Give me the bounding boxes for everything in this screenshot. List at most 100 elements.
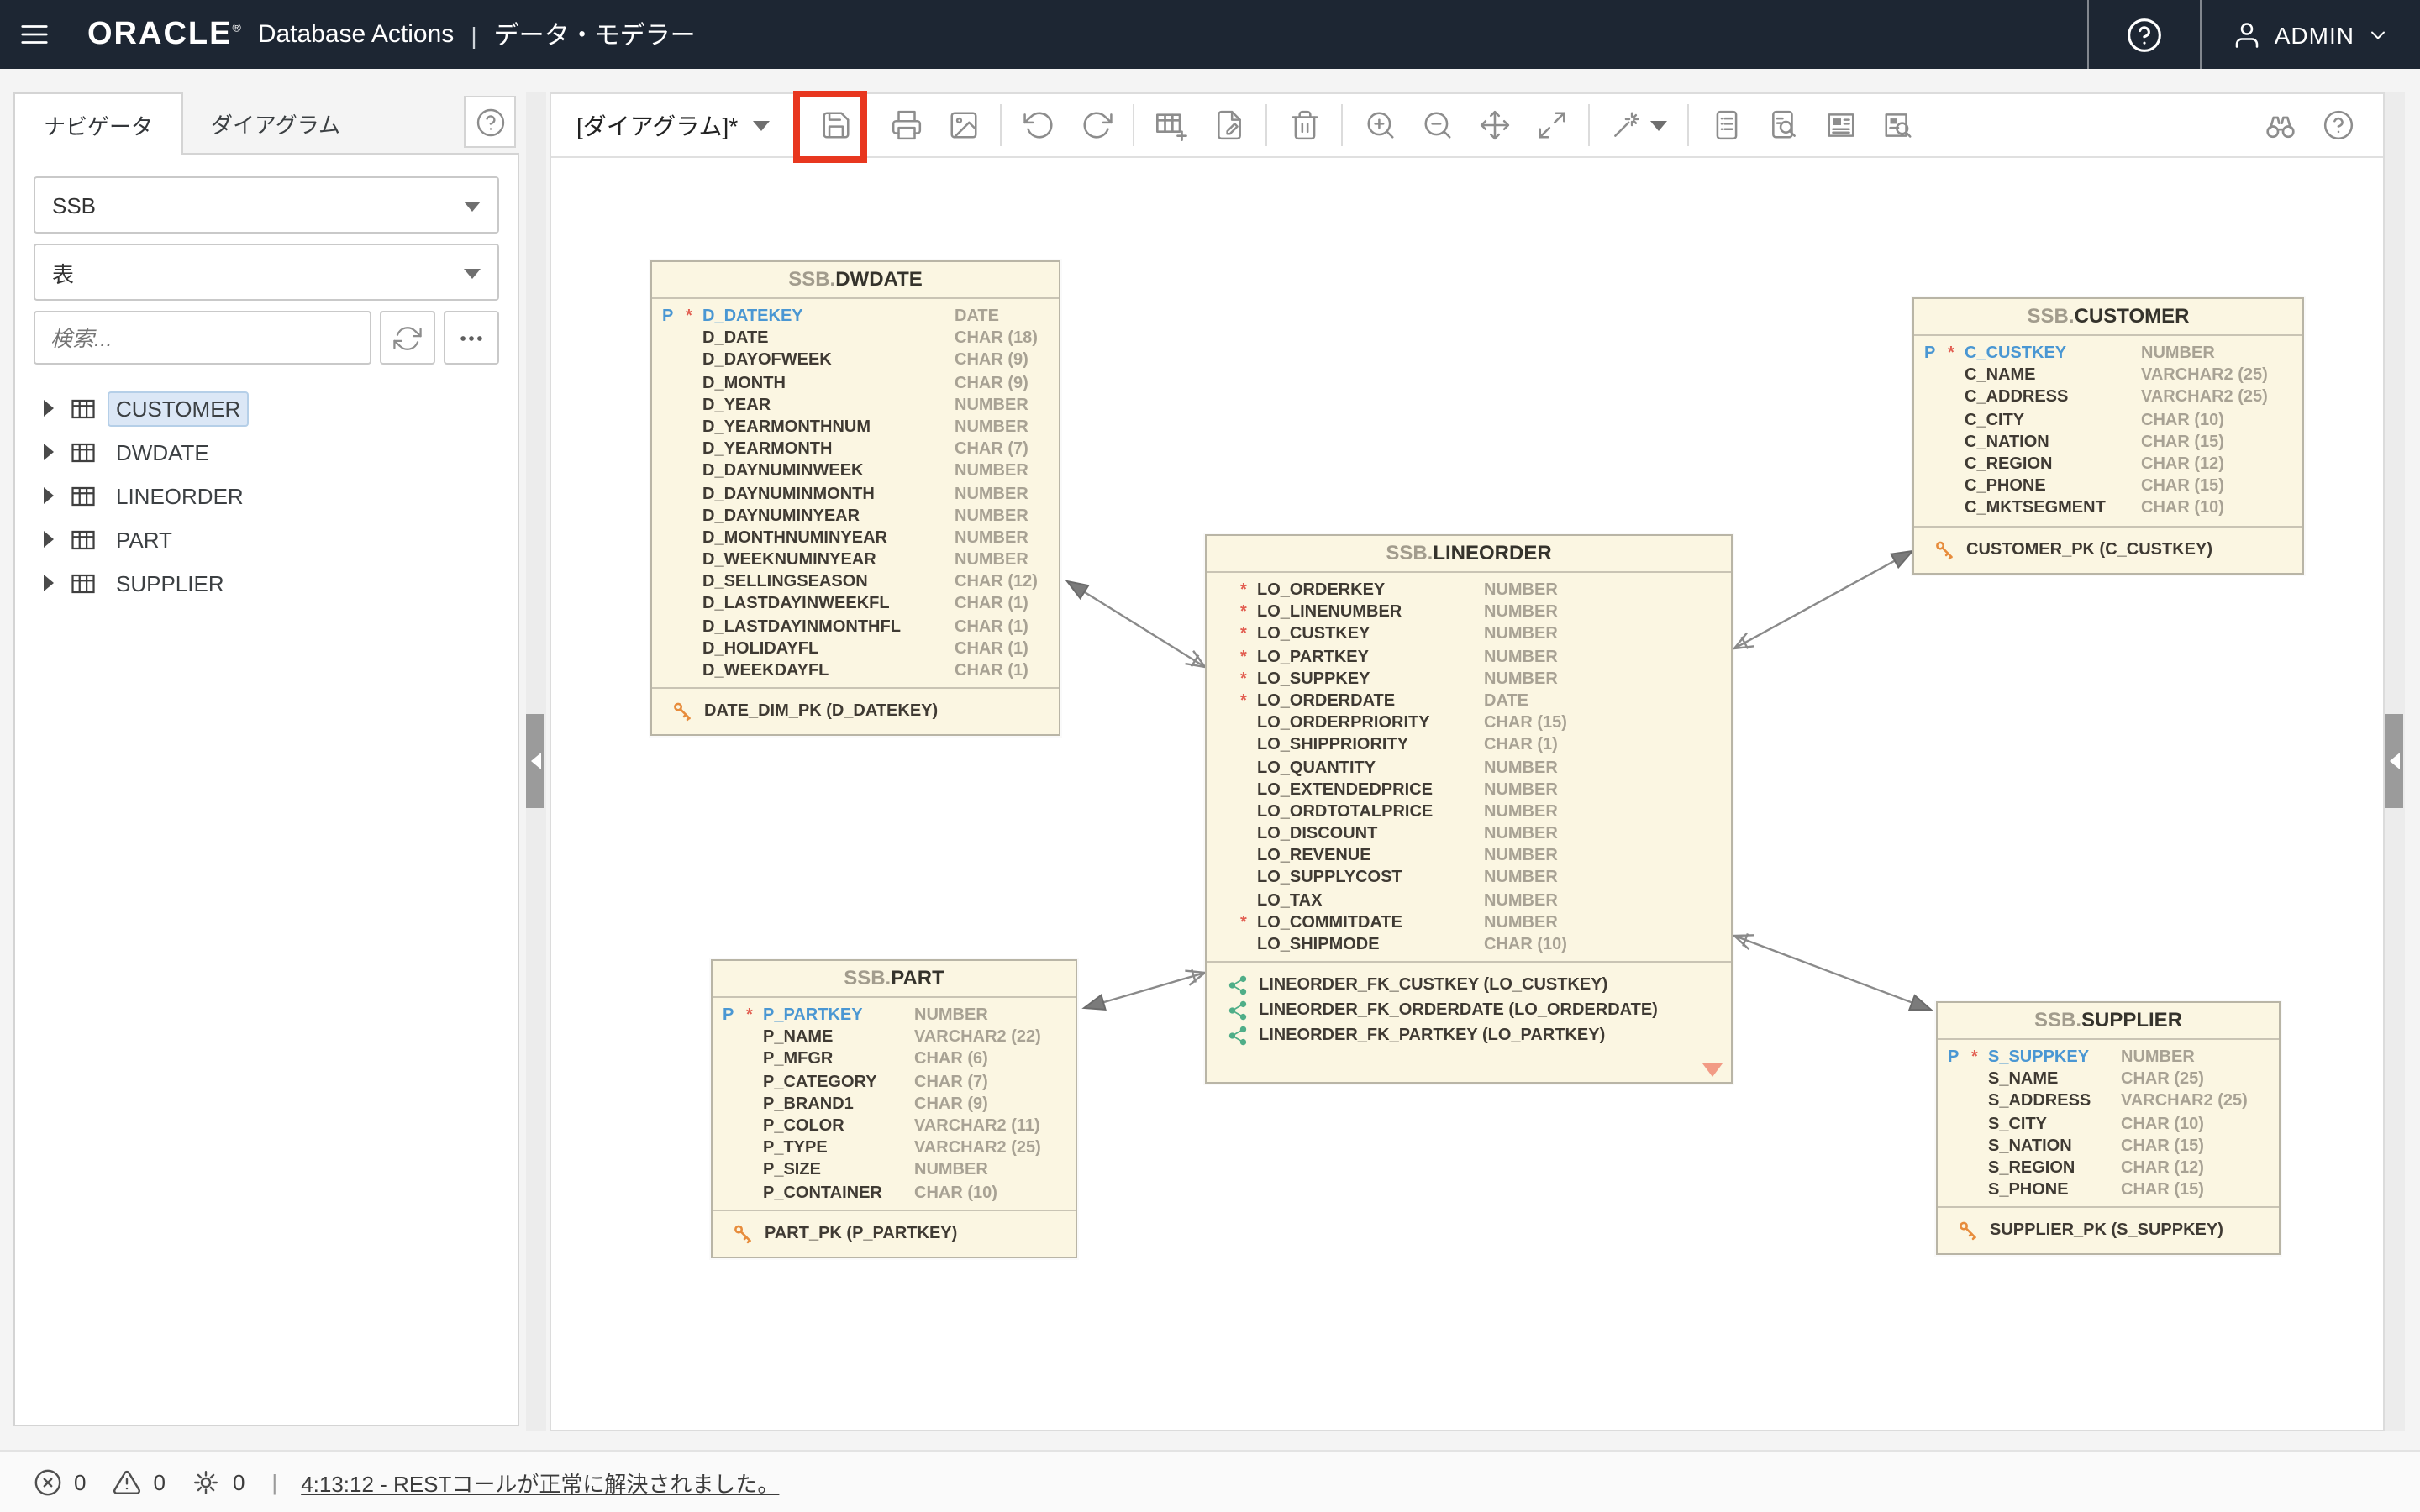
column-list: P*S_SUPPKEYNUMBERS_NAMECHAR (25)S_ADDRES… <box>1938 1040 2279 1207</box>
info-count[interactable]: 0 <box>192 1467 245 1496</box>
column-row: P_MFGRCHAR (6) <box>713 1049 1076 1071</box>
tree-item-lineorder[interactable]: LINEORDER <box>34 474 499 517</box>
expand-chevron-icon[interactable] <box>44 487 54 504</box>
refresh-button[interactable] <box>380 311 435 365</box>
status-message-link[interactable]: 4:13:12 - RESTコールが正常に解決されました。 <box>301 1466 779 1498</box>
fit-screen-button[interactable] <box>1523 100 1580 150</box>
column-type: CHAR (7) <box>955 438 1028 460</box>
ddl-preview-button[interactable] <box>1697 100 1754 150</box>
add-object-button[interactable] <box>1143 100 1200 150</box>
column-row: S_NAMECHAR (25) <box>1938 1068 2279 1090</box>
diagram-area[interactable]: SSB.DWDATEP*D_DATEKEYDATED_DATECHAR (18)… <box>551 158 2383 1430</box>
column-type: NUMBER <box>1484 757 1558 779</box>
diagram-title-dropdown-icon[interactable] <box>753 120 770 130</box>
tree-item-label: DWDATE <box>108 434 218 470</box>
ddl-preview-search-button[interactable] <box>1754 100 1812 150</box>
column-name: P_NAME <box>763 1026 833 1048</box>
schema-select[interactable]: SSB <box>34 176 499 234</box>
left-splitter-collapse-handle[interactable] <box>526 714 544 808</box>
header-help-button[interactable] <box>2090 0 2201 69</box>
foreign-key-row: LINEORDER_FK_CUSTKEY (LO_CUSTKEY) <box>1207 973 1731 998</box>
report-search-button[interactable] <box>1869 100 1926 150</box>
column-name: C_MKTSEGMENT <box>1965 498 2106 520</box>
diagram-table-supplier[interactable]: SSB.SUPPLIERP*S_SUPPKEYNUMBERS_NAMECHAR … <box>1936 1001 2281 1256</box>
print-button[interactable] <box>877 100 934 150</box>
undo-button[interactable] <box>1010 100 1067 150</box>
column-name: D_YEARMONTHNUM <box>702 417 871 438</box>
zoom-out-icon <box>1421 109 1453 141</box>
search-input[interactable] <box>34 311 371 365</box>
expand-chevron-icon[interactable] <box>44 531 54 548</box>
edit-object-button[interactable] <box>1200 100 1257 150</box>
column-type: NUMBER <box>2141 343 2215 365</box>
right-splitter-collapse-handle[interactable] <box>2385 714 2403 808</box>
expand-chevron-icon[interactable] <box>44 400 54 417</box>
schema-select-value: SSB <box>52 192 96 218</box>
save-button[interactable] <box>807 100 864 150</box>
pan-button[interactable] <box>1465 100 1523 150</box>
expand-chevron-icon[interactable] <box>44 444 54 460</box>
column-name: LO_SHIPMODE <box>1257 934 1380 956</box>
diagram-table-part[interactable]: SSB.PARTP*P_PARTKEYNUMBERP_NAMEVARCHAR2 … <box>711 959 1077 1257</box>
column-row: LO_SHIPPRIORITYCHAR (1) <box>1207 735 1731 757</box>
warning-count[interactable]: 0 <box>113 1467 165 1496</box>
document-search-icon <box>1767 109 1799 141</box>
navigator-help-button[interactable] <box>464 96 516 148</box>
redo-button[interactable] <box>1067 100 1124 150</box>
tree-item-part[interactable]: PART <box>34 517 499 561</box>
more-options-button[interactable] <box>444 311 499 365</box>
tree-item-dwdate[interactable]: DWDATE <box>34 430 499 474</box>
expand-chevron-icon[interactable] <box>44 575 54 591</box>
diagram-table-customer[interactable]: SSB.CUSTOMERP*C_CUSTKEYNUMBERC_NAMEVARCH… <box>1912 297 2304 574</box>
column-type: CHAR (9) <box>955 372 1028 394</box>
column-row: D_DAYNUMINWEEKNUMBER <box>652 461 1059 483</box>
column-type: CHAR (10) <box>2121 1113 2204 1135</box>
column-row: S_CITYCHAR (10) <box>1938 1113 2279 1135</box>
tree-item-supplier[interactable]: SUPPLIER <box>34 561 499 605</box>
tab-navigator[interactable]: ナビゲータ <box>13 92 183 155</box>
overflow-indicator-icon[interactable] <box>1702 1063 1723 1077</box>
column-row: D_WEEKDAYFLCHAR (1) <box>652 660 1059 682</box>
column-type: CHAR (9) <box>914 1094 988 1116</box>
table-name: LINEORDER <box>1433 541 1551 564</box>
column-name: C_REGION <box>1965 454 2052 475</box>
auto-layout-button[interactable] <box>1598 100 1679 150</box>
column-name: LO_REVENUE <box>1257 846 1371 868</box>
column-row: *LO_LINENUMBERNUMBER <box>1207 601 1731 623</box>
column-type: VARCHAR2 (11) <box>914 1116 1040 1137</box>
find-button[interactable] <box>2252 100 2309 150</box>
error-count[interactable]: 0 <box>34 1467 86 1496</box>
column-type: CHAR (15) <box>1484 712 1567 734</box>
diagram-table-dwdate[interactable]: SSB.DWDATEP*D_DATEKEYDATED_DATECHAR (18)… <box>650 260 1060 736</box>
column-name: LO_TAX <box>1257 890 1322 911</box>
report-search-icon <box>1881 109 1913 141</box>
column-row: D_LASTDAYINMONTHFLCHAR (1) <box>652 616 1059 638</box>
required-flag: * <box>1240 624 1247 646</box>
tree-item-customer[interactable]: CUSTOMER <box>34 386 499 430</box>
hamburger-menu-icon[interactable] <box>0 0 67 69</box>
user-menu-button[interactable]: ADMIN <box>2202 0 2420 69</box>
column-name: P_CATEGORY <box>763 1071 877 1093</box>
delete-button[interactable] <box>1276 100 1333 150</box>
table-icon <box>69 527 97 552</box>
toolbar-help-button[interactable] <box>2309 100 2366 150</box>
key-label: PART_PK (P_PARTKEY) <box>765 1221 957 1246</box>
diagram-table-lineorder[interactable]: SSB.LINEORDER*LO_ORDERKEYNUMBER*LO_LINEN… <box>1205 534 1733 1084</box>
tab-diagram[interactable]: ダイアグラム <box>183 92 368 155</box>
object-type-select[interactable]: 表 <box>34 244 499 301</box>
zoom-in-button[interactable] <box>1351 100 1408 150</box>
column-name: D_WEEKNUMINYEAR <box>702 549 876 571</box>
column-type: VARCHAR2 (25) <box>914 1137 1041 1159</box>
export-image-button[interactable] <box>934 100 992 150</box>
column-row: S_PHONECHAR (15) <box>1938 1179 2279 1201</box>
column-row: LO_EXTENDEDPRICENUMBER <box>1207 779 1731 801</box>
column-name: D_DAYNUMINWEEK <box>702 461 864 483</box>
column-type: CHAR (1) <box>955 594 1028 616</box>
column-type: NUMBER <box>2121 1047 2195 1068</box>
report-button[interactable] <box>1812 100 1869 150</box>
column-row: D_DAYOFWEEKCHAR (9) <box>652 350 1059 372</box>
column-row: C_PHONECHAR (15) <box>1914 475 2302 497</box>
zoom-out-button[interactable] <box>1408 100 1465 150</box>
collapse-left-icon <box>530 753 540 769</box>
column-row: *LO_COMMITDATENUMBER <box>1207 912 1731 934</box>
